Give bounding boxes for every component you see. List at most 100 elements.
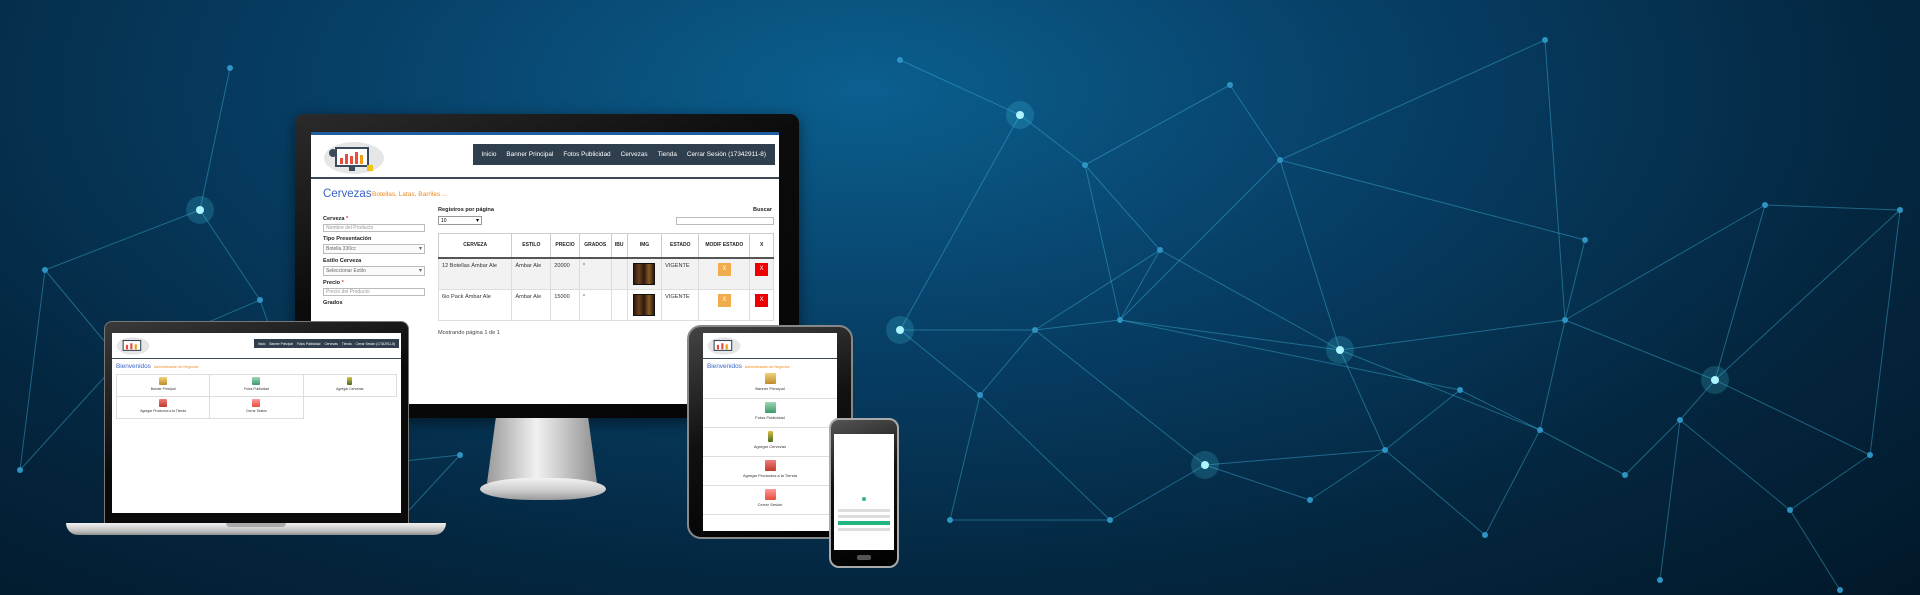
network-edge: [1544, 39, 1566, 321]
network-node: [1677, 417, 1683, 423]
network-edge: [199, 209, 261, 301]
network-edge: [1119, 159, 1281, 321]
nav-item-fotos[interactable]: Fotos Publicidad: [295, 342, 323, 346]
network-edge: [1384, 449, 1486, 536]
network-edge: [1034, 249, 1161, 331]
network-node: [896, 326, 904, 334]
modify-status-button[interactable]: X: [717, 262, 731, 276]
network-node: [1016, 111, 1024, 119]
col-estilo[interactable]: ESTILO: [511, 233, 552, 259]
password-field[interactable]: [838, 515, 890, 518]
logo-icon: [707, 337, 741, 355]
network-node: [1336, 346, 1344, 354]
tile-cervezas[interactable]: Agregar Cervezas: [703, 428, 837, 457]
nav-item-fotos[interactable]: Fotos Publicidad: [558, 151, 615, 158]
precio-input[interactable]: Precio del Producto: [323, 288, 425, 296]
product-form: Cerveza * Nombre del Producto Tipo Prese…: [323, 212, 429, 306]
dashboard-title: Bienvenidos Administración de Negocios: [116, 363, 199, 370]
tile-cervezas[interactable]: Agregar Cervezas: [303, 375, 397, 397]
network-node: [977, 392, 983, 398]
network-node: [1787, 507, 1793, 513]
nav-item-cervezas[interactable]: Cervezas: [322, 342, 339, 346]
delete-button[interactable]: X: [755, 262, 769, 276]
estilo-select[interactable]: Seleccionar Estilo: [323, 266, 425, 276]
tipo-select[interactable]: Botella 330cc: [323, 244, 425, 254]
modify-status-button[interactable]: X: [717, 293, 731, 307]
network-edge: [1869, 209, 1901, 456]
delete-button[interactable]: X: [755, 293, 769, 307]
network-node: [1227, 82, 1233, 88]
network-edge: [1339, 349, 1541, 431]
col-ibu[interactable]: IBU: [610, 233, 628, 259]
network-node: [1711, 376, 1719, 384]
nav-item-tienda[interactable]: Tienda: [340, 342, 354, 346]
nav-item-logout[interactable]: Cerrar Sesión (17342911-8): [682, 151, 771, 158]
nav-item-inicio[interactable]: Inicio: [256, 342, 267, 346]
col-cerveza[interactable]: CERVEZA: [437, 233, 513, 259]
cell-estado: VIGENTE: [661, 257, 700, 290]
tablet-screen: Bienvenidos Administración de Negocios Ba…: [703, 333, 837, 531]
tipo-label: Tipo Presentación: [323, 236, 372, 242]
network-node: [1582, 237, 1588, 243]
dashboard-title: Bienvenidos Administración de Negocios: [707, 363, 790, 370]
network-edge: [1119, 319, 1461, 391]
login-button[interactable]: [838, 521, 890, 525]
cell-grados: °: [578, 288, 612, 321]
network-node: [1837, 587, 1843, 593]
nav-item-banner[interactable]: Banner Principal: [267, 342, 294, 346]
main-nav: Inicio Banner Principal Fotos Publicidad…: [472, 144, 775, 165]
tile-fotos[interactable]: Fotos Publicidad: [210, 375, 304, 397]
network-node: [1107, 517, 1113, 523]
network-edge: [1309, 449, 1386, 501]
col-estado[interactable]: ESTADO: [661, 233, 700, 259]
banner-icon: [159, 377, 168, 385]
network-edge: [1204, 449, 1386, 466]
tile-tienda[interactable]: Agregar Productos a la Tienda: [703, 457, 837, 486]
network-node: [1657, 577, 1663, 583]
exit-icon: [764, 489, 776, 500]
network-edge: [1459, 389, 1541, 431]
nav-item-inicio[interactable]: Inicio: [477, 151, 502, 158]
username-field[interactable]: [838, 509, 890, 512]
network-edge: [1229, 84, 1281, 161]
col-grados[interactable]: GRADOS: [578, 233, 612, 259]
network-edge: [1084, 164, 1161, 251]
network-edge: [1789, 509, 1841, 591]
network-edge: [1564, 319, 1716, 381]
photo-icon: [764, 402, 776, 413]
search-input[interactable]: [676, 217, 774, 225]
network-edge: [1624, 419, 1681, 476]
network-edge: [1109, 464, 1206, 521]
nav-item-logout[interactable]: Cerrar Sesión (17342911-8): [354, 342, 397, 346]
app-header: Inicio Banner Principal Fotos Publicidad…: [311, 135, 779, 179]
home-button[interactable]: [857, 555, 871, 560]
nav-item-banner[interactable]: Banner Principal: [501, 151, 558, 158]
tile-banner[interactable]: Banner Principal: [117, 375, 211, 397]
page-title: Cervezas: [323, 188, 372, 200]
col-modif[interactable]: MODIF ESTADO: [698, 233, 751, 259]
cerveza-label: Cerveza *: [323, 216, 349, 222]
rpp-select[interactable]: 10: [438, 216, 482, 225]
network-node: [897, 57, 903, 63]
tile-logout[interactable]: Cerrar Sesión: [703, 486, 837, 515]
col-precio[interactable]: PRECIO: [550, 233, 580, 259]
nav-item-cervezas[interactable]: Cervezas: [616, 151, 653, 158]
network-edge: [1204, 464, 1311, 501]
col-img[interactable]: IMG: [626, 233, 663, 259]
network-node: [1117, 317, 1123, 323]
col-x[interactable]: X: [749, 233, 774, 259]
network-node: [1457, 387, 1463, 393]
tile-fotos[interactable]: Fotos Publicidad: [703, 399, 837, 428]
network-node: [1897, 207, 1903, 213]
nav-item-tienda[interactable]: Tienda: [653, 151, 682, 158]
tile-banner[interactable]: Banner Principal: [703, 370, 837, 399]
network-node: [17, 467, 23, 473]
cerveza-input[interactable]: Nombre del Producto: [323, 224, 425, 232]
network-edge: [1084, 164, 1121, 321]
network-edge: [1084, 84, 1231, 166]
tile-logout[interactable]: Cerrar Sesión: [210, 397, 304, 419]
tile-tienda[interactable]: Agregar Productos a la Tienda: [117, 397, 211, 419]
grados-label: Grados: [323, 300, 343, 306]
network-edge: [1539, 429, 1626, 476]
network-edge: [1659, 419, 1681, 581]
